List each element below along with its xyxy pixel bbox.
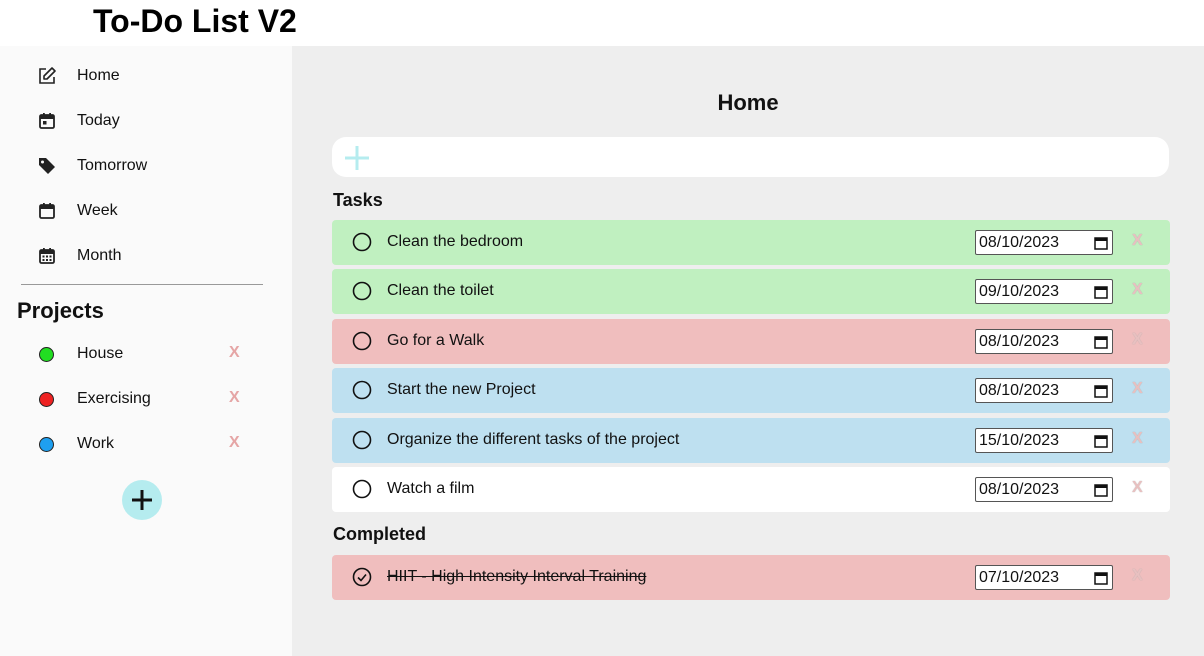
main-content: Home Tasks Clean the bedroom 08/10/2023 … [292, 46, 1204, 656]
task-row: Start the new Project 08/10/2023 X [332, 368, 1170, 413]
calendar-today-icon [37, 111, 57, 131]
sidebar: Home Today Tomorrow Week Month Projects … [0, 46, 292, 656]
delete-task-button[interactable]: X [1132, 232, 1143, 250]
sidebar-item-label: Week [77, 202, 118, 219]
sidebar-item-label: Today [77, 112, 120, 129]
projects-heading: Projects [17, 298, 104, 323]
app-header: To-Do List V2 [0, 0, 1204, 46]
delete-task-button[interactable]: X [1132, 430, 1143, 448]
calendar-icon [1094, 385, 1108, 398]
calendar-icon [1094, 237, 1108, 250]
circle-checkbox-icon[interactable] [352, 380, 372, 400]
circle-checkbox-icon[interactable] [352, 479, 372, 499]
sidebar-item-home[interactable]: Home [37, 64, 120, 88]
task-date-value: 15/10/2023 [979, 432, 1060, 449]
add-project-button[interactable] [122, 480, 162, 520]
tasks-heading: Tasks [333, 190, 383, 210]
task-date-input[interactable]: 08/10/2023 [975, 230, 1113, 255]
task-date-value: 08/10/2023 [979, 234, 1060, 251]
task-label: Go for a Walk [387, 332, 485, 349]
sidebar-item-label: Month [77, 247, 122, 264]
task-date-value: 08/10/2023 [979, 382, 1060, 399]
task-date-input[interactable]: 08/10/2023 [975, 477, 1113, 502]
delete-task-button[interactable]: X [1132, 567, 1143, 585]
task-date-value: 09/10/2023 [979, 283, 1060, 300]
app-title: To-Do List V2 [93, 3, 297, 39]
project-color-dot [39, 392, 54, 407]
project-label: House [77, 345, 124, 362]
completed-heading: Completed [333, 524, 427, 544]
circle-checkbox-icon[interactable] [352, 232, 372, 252]
project-color-dot [39, 437, 54, 452]
check-circle-icon[interactable] [352, 567, 372, 587]
delete-project-button[interactable]: X [229, 434, 240, 452]
project-item-house[interactable]: House X [39, 342, 254, 366]
project-item-work[interactable]: Work X [39, 432, 254, 456]
sidebar-item-today[interactable]: Today [37, 109, 120, 133]
sidebar-divider [21, 284, 263, 285]
task-date-input[interactable]: 07/10/2023 [975, 565, 1113, 590]
add-task-input[interactable] [332, 137, 1169, 177]
task-row: Watch a film 08/10/2023 X [332, 467, 1170, 512]
page-title: Home [717, 90, 779, 115]
task-date-value: 08/10/2023 [979, 481, 1060, 498]
circle-checkbox-icon[interactable] [352, 281, 372, 301]
project-label: Work [77, 435, 115, 452]
task-date-input[interactable]: 08/10/2023 [975, 378, 1113, 403]
task-row: Organize the different tasks of the proj… [332, 418, 1170, 463]
calendar-icon [1094, 484, 1108, 497]
delete-task-button[interactable]: X [1132, 380, 1143, 398]
delete-task-button[interactable]: X [1132, 479, 1143, 497]
circle-checkbox-icon[interactable] [352, 331, 372, 351]
sidebar-item-month[interactable]: Month [37, 244, 121, 268]
task-row: Go for a Walk 08/10/2023 X [332, 319, 1170, 364]
completed-task-row: HIIT - High Intensity Interval Training … [332, 555, 1170, 600]
sidebar-item-week[interactable]: Week [37, 199, 118, 223]
task-label: Clean the bedroom [387, 233, 524, 250]
tag-icon [37, 156, 57, 176]
delete-task-button[interactable]: X [1132, 331, 1143, 349]
delete-project-button[interactable]: X [229, 389, 240, 407]
sidebar-item-tomorrow[interactable]: Tomorrow [37, 154, 147, 178]
task-label: Organize the different tasks of the proj… [387, 431, 680, 448]
project-color-dot [39, 347, 54, 362]
sidebar-item-label: Home [77, 67, 120, 84]
task-row: Clean the bedroom 08/10/2023 X [332, 220, 1170, 265]
delete-task-button[interactable]: X [1132, 281, 1143, 299]
delete-project-button[interactable]: X [229, 344, 240, 362]
plus-icon [132, 490, 152, 510]
task-date-input[interactable]: 15/10/2023 [975, 428, 1113, 453]
calendar-icon [1094, 572, 1108, 585]
plus-icon [344, 145, 370, 176]
task-label: HIIT - High Intensity Interval Training [387, 568, 647, 585]
task-date-value: 07/10/2023 [979, 569, 1060, 586]
task-date-input[interactable]: 09/10/2023 [975, 279, 1113, 304]
edit-icon [37, 66, 57, 86]
calendar-month-icon [37, 246, 57, 266]
task-row: Clean the toilet 09/10/2023 X [332, 269, 1170, 314]
circle-checkbox-icon[interactable] [352, 430, 372, 450]
project-item-exercising[interactable]: Exercising X [39, 387, 254, 411]
calendar-icon [1094, 435, 1108, 448]
project-label: Exercising [77, 390, 151, 407]
sidebar-item-label: Tomorrow [77, 157, 148, 174]
calendar-icon [1094, 286, 1108, 299]
task-label: Clean the toilet [387, 282, 494, 299]
task-date-value: 08/10/2023 [979, 333, 1060, 350]
task-date-input[interactable]: 08/10/2023 [975, 329, 1113, 354]
task-label: Start the new Project [387, 381, 536, 398]
task-label: Watch a film [387, 480, 475, 497]
calendar-icon [1094, 336, 1108, 349]
calendar-week-icon [37, 201, 57, 221]
